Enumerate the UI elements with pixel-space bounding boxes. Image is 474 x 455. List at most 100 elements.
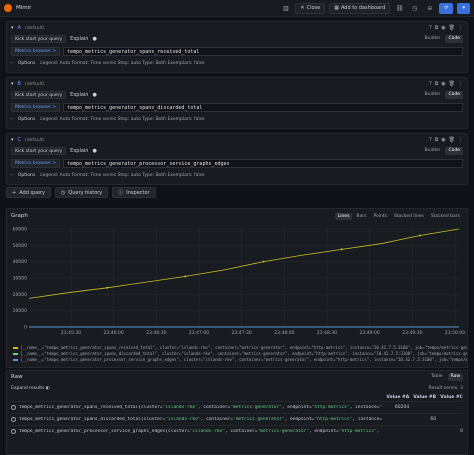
chevron-right-icon: ›: [11, 61, 13, 66]
series-point: [106, 286, 109, 289]
series-toggle-icon[interactable]: [11, 405, 16, 410]
x-tick-label: 23:45:30: [61, 330, 81, 336]
query-expression-input[interactable]: tempo_metrics_generator_spans_discarded_…: [62, 103, 463, 112]
metrics-browser-button[interactable]: Metrics browser >: [11, 103, 60, 112]
explain-label: Explain: [70, 92, 89, 98]
add-to-dashboard-button[interactable]: ▦ Add to dashboard: [329, 2, 391, 14]
query-options[interactable]: › Options Legend: Auto Format: Time seri…: [7, 115, 467, 124]
datasource-title[interactable]: Mimir: [16, 5, 31, 11]
label-value: "islands-rke": [162, 405, 198, 410]
query-letter[interactable]: C: [18, 137, 22, 143]
legend-item[interactable]: {__name__="tempo_metrics_generator_proce…: [7, 357, 467, 363]
builder-tab[interactable]: Builder: [422, 35, 444, 43]
query-letter[interactable]: A: [18, 25, 21, 31]
series-point: [262, 260, 265, 263]
expand-results-toggle[interactable]: Expand results ◐: [11, 386, 50, 391]
kick-start-button[interactable]: Kick start your query: [11, 91, 67, 99]
toggle-points[interactable]: Points: [370, 213, 390, 220]
label-key: instance=: [355, 405, 380, 410]
toggle-stacked-bars[interactable]: Stacked bars: [428, 213, 463, 220]
duplicate-icon[interactable]: ⧉: [435, 25, 439, 31]
help-icon[interactable]: ?: [429, 137, 432, 143]
metric-name: tempo_metrics_generator_spans_discarded_…: [19, 417, 141, 422]
raw-panel: Raw Table Raw Expand results ◐ Result se…: [6, 370, 468, 455]
eye-icon[interactable]: ◉: [441, 137, 445, 143]
label-key: container=: [203, 405, 231, 410]
query-header: ▾ C (default) ? ⧉ ◉ 🗑 ⋮: [7, 134, 467, 146]
query-options[interactable]: › Options Legend: Auto Format: Time seri…: [7, 171, 467, 180]
graph-type-toggles: Lines Bars Points Stacked lines Stacked …: [334, 212, 463, 220]
raw-table-row[interactable]: tempo_metrics_generator_spans_discarded_…: [11, 413, 463, 425]
time-picker-icon[interactable]: ◷: [409, 3, 420, 14]
toggle-lines[interactable]: Lines: [334, 212, 353, 220]
raw-tab[interactable]: Raw: [447, 373, 463, 381]
query-row-b: ▾ B (default) ? ⧉ ◉ 🗑 ⋮ Kick start your quer…: [6, 77, 468, 129]
builder-tab[interactable]: Builder: [422, 147, 444, 155]
result-series-count: Result series: 3: [428, 385, 463, 391]
add-query-label: Add query: [19, 189, 45, 196]
query-letter[interactable]: B: [18, 81, 21, 87]
eye-icon[interactable]: ◉: [441, 25, 445, 31]
builder-tab[interactable]: Builder: [422, 91, 444, 99]
code-tab[interactable]: Code: [445, 147, 463, 155]
query-expression-input[interactable]: tempo_metrics_generator_spans_received_t…: [62, 47, 463, 56]
expand-results-label: Expand results: [11, 385, 45, 391]
run-query-dropdown[interactable]: ▾: [457, 2, 470, 14]
chevron-right-icon: ›: [11, 117, 13, 122]
trash-icon[interactable]: 🗑: [449, 137, 455, 143]
inspector-label: Inspector: [126, 189, 150, 196]
duplicate-icon[interactable]: ⧉: [435, 81, 439, 87]
explain-toggle-icon[interactable]: ●: [92, 36, 96, 42]
run-query-button[interactable]: ⟳: [439, 2, 454, 14]
raw-table-row[interactable]: tempo_metrics_generator_processor_servic…: [11, 425, 463, 437]
drag-handle-icon[interactable]: ⋮: [458, 137, 463, 143]
drag-handle-icon[interactable]: ⋮: [458, 81, 463, 87]
query-expression-input[interactable]: tempo_metrics_generator_processor_servic…: [62, 159, 463, 168]
inspector-button[interactable]: ⓘ Inspector: [112, 187, 156, 198]
eye-icon[interactable]: ◉: [441, 81, 445, 87]
label-key: container=: [230, 429, 258, 434]
series-toggle-icon[interactable]: [11, 429, 16, 434]
duplicate-icon[interactable]: ⧉: [435, 137, 439, 143]
drag-handle-icon[interactable]: ⋮: [458, 25, 463, 31]
explain-toggle-icon[interactable]: ●: [92, 148, 96, 154]
series-toggle-icon[interactable]: [11, 417, 16, 422]
collapse-chevron-icon[interactable]: ▾: [11, 25, 14, 31]
time-series-chart[interactable]: 0 10000 20000 30000 40000 50000 60000 23:45:30 2…: [7, 223, 467, 345]
table-tab[interactable]: Table: [428, 373, 446, 381]
trash-icon[interactable]: 🗑: [449, 81, 455, 87]
explain-toggle-icon[interactable]: ●: [92, 92, 96, 98]
y-tick-label: 50000: [13, 243, 27, 249]
raw-table-row[interactable]: tempo_metrics_generator_spans_received_t…: [11, 401, 463, 413]
y-tick-label: 40000: [13, 259, 27, 265]
chevron-down-icon: ▾: [462, 5, 465, 11]
kick-start-button[interactable]: Kick start your query: [11, 147, 67, 155]
code-tab[interactable]: Code: [445, 35, 463, 43]
label-value: "http-metrics": [338, 429, 377, 434]
query-options[interactable]: › Options Legend: Auto Format: Time seri…: [7, 59, 467, 68]
x-tick-label: 23:47:00: [189, 330, 209, 336]
col-value-c: Value #C: [440, 394, 463, 400]
toggle-stacked-lines[interactable]: Stacked lines: [391, 213, 427, 220]
collapse-chevron-icon[interactable]: ▾: [11, 81, 14, 87]
collapse-chevron-icon[interactable]: ▾: [11, 137, 14, 143]
toggle-bars[interactable]: Bars: [353, 213, 369, 220]
metrics-browser-button[interactable]: Metrics browser >: [11, 159, 60, 168]
split-icon[interactable]: ▥: [280, 3, 291, 14]
code-tab[interactable]: Code: [445, 91, 463, 99]
zoom-out-icon[interactable]: ⊖: [424, 3, 435, 14]
add-query-button[interactable]: + Add query: [6, 187, 51, 198]
help-icon[interactable]: ?: [429, 81, 432, 87]
help-icon[interactable]: ?: [429, 25, 432, 31]
link-icon[interactable]: ⛓: [394, 3, 405, 14]
close-button[interactable]: ✕ Close: [295, 2, 326, 14]
history-icon: ◷: [60, 189, 66, 196]
label-value: "islands-rke": [165, 417, 201, 422]
metrics-browser-button[interactable]: Metrics browser >: [11, 47, 60, 56]
metric-name: tempo_metrics_generator_processor_servic…: [19, 429, 166, 434]
query-row-c: ▾ C (default) ? ⧉ ◉ 🗑 ⋮ Kick start your quer…: [6, 133, 468, 185]
editor-mode-switch: Builder Code: [422, 91, 463, 99]
kick-start-button[interactable]: Kick start your query: [11, 35, 67, 43]
trash-icon[interactable]: 🗑: [449, 25, 455, 31]
query-history-button[interactable]: ◷ Query history: [54, 187, 109, 198]
